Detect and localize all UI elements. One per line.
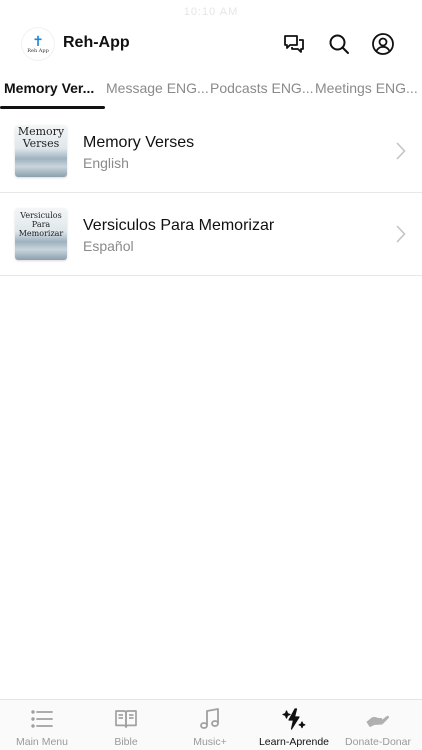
thumbnail-text: Versiculos Para Memorizar (18, 211, 64, 238)
app-header: ✝ Reh App Reh-App (0, 22, 422, 66)
thumbnail-image: Versiculos Para Memorizar (15, 208, 67, 260)
music-note-icon (198, 708, 222, 730)
logo-text: Reh App (27, 47, 49, 54)
chevron-right-icon (396, 225, 406, 243)
search-icon[interactable] (327, 32, 351, 56)
app-root: 10:10 AM ✝ Reh App Reh-App Memory Ver...… (0, 0, 422, 750)
bottom-nav: Main Menu Bible Music+ Learn-Aprende Don… (0, 699, 422, 750)
nav-bible[interactable]: Bible (84, 700, 168, 750)
sparkle-bolt-icon (282, 708, 306, 730)
nav-label: Main Menu (16, 736, 68, 748)
nav-label: Music+ (193, 736, 227, 748)
nav-main-menu[interactable]: Main Menu (0, 700, 84, 750)
book-icon (114, 708, 138, 730)
chat-icon[interactable] (282, 32, 306, 56)
cross-icon: ✝ (32, 32, 44, 49)
list-item-title: Versiculos Para Memorizar (83, 217, 275, 234)
list-item[interactable]: Memory Verses Memory Verses English (0, 110, 422, 193)
tab-message-eng[interactable]: Message ENG... (106, 80, 209, 96)
nav-label: Bible (114, 736, 138, 748)
tab-podcasts-eng[interactable]: Podcasts ENG... (210, 80, 313, 96)
nav-label: Learn-Aprende (258, 736, 330, 748)
tab-memory-verses[interactable]: Memory Ver... (4, 80, 94, 96)
list-item-subtitle: English (83, 155, 129, 171)
app-logo[interactable]: ✝ Reh App (22, 28, 54, 60)
tab-meetings-eng[interactable]: Meetings ENG... (315, 80, 418, 96)
category-tabs: Memory Ver... Message ENG... Podcasts EN… (0, 74, 422, 110)
chevron-right-icon (396, 142, 406, 160)
list-item-title: Memory Verses (83, 134, 195, 151)
nav-learn-aprende[interactable]: Learn-Aprende (252, 700, 336, 750)
thumbnail-text: Memory Verses (17, 125, 65, 150)
content-list: Memory Verses Memory Verses English Vers… (0, 110, 422, 276)
account-icon[interactable] (371, 32, 395, 56)
list-item[interactable]: Versiculos Para Memorizar Versiculos Par… (0, 193, 422, 276)
nav-music[interactable]: Music+ (168, 700, 252, 750)
list-item-subtitle: Español (83, 238, 134, 254)
nav-label: Donate-Donar (345, 736, 411, 748)
app-title: Reh-App (63, 34, 130, 51)
giving-hand-icon (366, 708, 390, 730)
nav-donate-donar[interactable]: Donate-Donar (336, 700, 420, 750)
status-time: 10:10 AM (183, 6, 239, 18)
active-tab-indicator (0, 106, 105, 109)
list-icon (30, 708, 54, 730)
thumbnail-image: Memory Verses (15, 125, 67, 177)
